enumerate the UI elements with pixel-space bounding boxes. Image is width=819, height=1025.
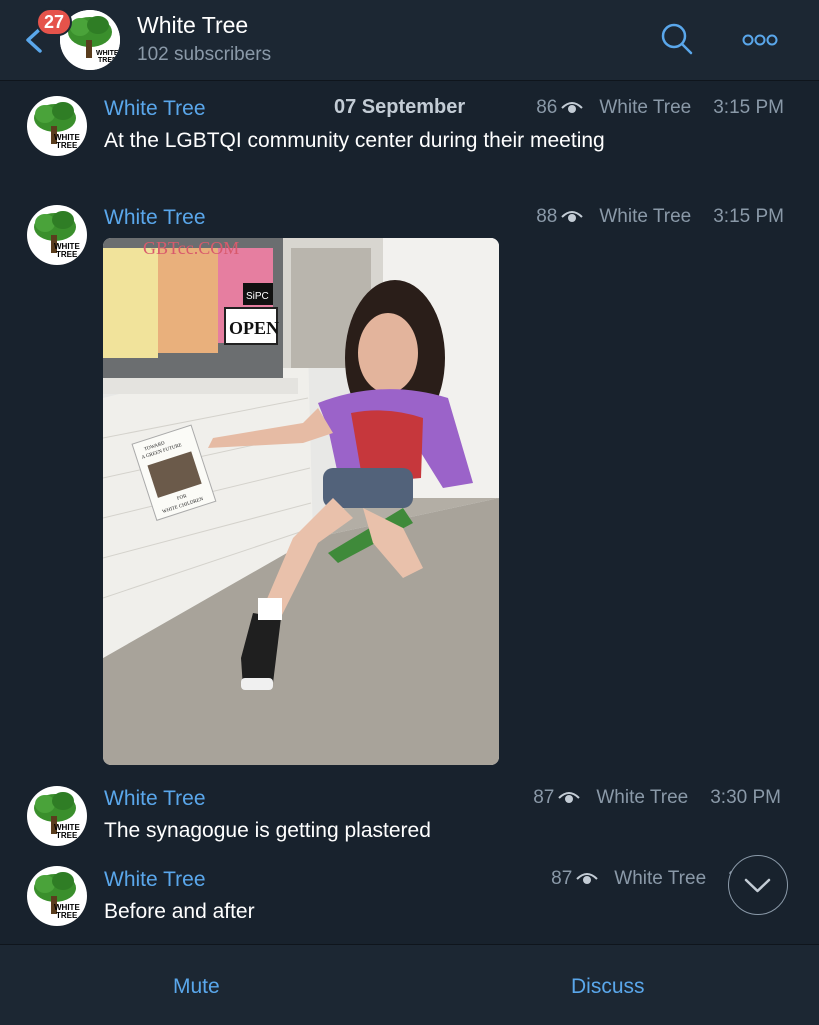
tree-logo-icon: WHITE TREE bbox=[34, 792, 80, 840]
eye-icon bbox=[558, 792, 581, 803]
svg-text:WHITE: WHITE bbox=[96, 50, 119, 57]
message-text: Before and after bbox=[104, 900, 255, 923]
date-separator: 07 September bbox=[334, 96, 466, 118]
tree-logo-icon: WHITE TREE bbox=[34, 102, 80, 150]
storefront-sign: GBTcc.COM bbox=[143, 238, 239, 258]
svg-text:TREE: TREE bbox=[56, 250, 78, 259]
more-icon[interactable] bbox=[742, 33, 778, 47]
view-count: 87 bbox=[533, 787, 555, 808]
message-time: 3:15 PM bbox=[713, 97, 784, 118]
eye-icon bbox=[576, 873, 598, 884]
message-time: 3:30 PM bbox=[710, 787, 781, 808]
view-count: 87 bbox=[551, 868, 573, 889]
scroll-to-bottom-button[interactable] bbox=[728, 855, 788, 915]
bottom-action-bar: Mute Discuss bbox=[0, 944, 819, 1025]
photo-image: GBTcc.COM SiPC OPEN TOWARD A GREEN FUTUR… bbox=[103, 238, 499, 765]
sender-name[interactable]: White Tree bbox=[104, 97, 206, 121]
sender-name[interactable]: White Tree bbox=[104, 868, 206, 892]
svg-text:TREE: TREE bbox=[56, 141, 78, 150]
unread-badge: 27 bbox=[36, 8, 73, 36]
discuss-button[interactable]: Discuss bbox=[571, 975, 645, 999]
message-meta: 87 White Tree 3:30 PM bbox=[533, 787, 781, 809]
door-sign-spc: SiPC bbox=[246, 291, 269, 302]
channel-header: 27 WHITE TREE White Tree 102 subscribers bbox=[0, 0, 819, 81]
svg-text:TREE: TREE bbox=[56, 911, 78, 920]
chevron-down-icon bbox=[744, 878, 771, 893]
view-count: 86 bbox=[536, 97, 558, 118]
subscriber-count: 102 subscribers bbox=[137, 44, 272, 65]
message-text: The synagogue is getting plastered bbox=[104, 819, 431, 842]
message-meta: 86 White Tree 3:15 PM bbox=[536, 97, 784, 119]
tree-logo-icon: WHITE TREE bbox=[34, 211, 80, 259]
post-author: White Tree bbox=[599, 206, 692, 227]
eye-icon bbox=[561, 211, 584, 222]
message-text: At the LGBTQI community center during th… bbox=[104, 129, 605, 152]
eye-icon bbox=[561, 102, 584, 113]
search-icon[interactable] bbox=[660, 22, 694, 56]
view-count: 88 bbox=[536, 206, 558, 227]
sender-avatar[interactable]: WHITE TREE bbox=[27, 786, 87, 846]
sender-avatar[interactable]: WHITE TREE bbox=[27, 205, 87, 265]
svg-text:TREE: TREE bbox=[56, 831, 78, 840]
mute-button[interactable]: Mute bbox=[173, 975, 220, 999]
channel-title[interactable]: White Tree bbox=[137, 12, 248, 39]
post-author: White Tree bbox=[614, 868, 707, 889]
message-time: 3:15 PM bbox=[713, 206, 784, 227]
message-meta: 88 White Tree 3:15 PM bbox=[536, 206, 784, 228]
sender-name[interactable]: White Tree bbox=[104, 787, 206, 811]
tree-logo-icon: WHITE TREE bbox=[34, 872, 80, 920]
sender-name[interactable]: White Tree bbox=[104, 206, 206, 230]
post-author: White Tree bbox=[599, 97, 692, 118]
door-sign-open: OPEN bbox=[229, 318, 279, 338]
message-photo[interactable]: GBTcc.COM SiPC OPEN TOWARD A GREEN FUTUR… bbox=[103, 238, 499, 765]
message-meta: 87 White Tree 3: bbox=[551, 868, 744, 890]
sender-avatar[interactable]: WHITE TREE bbox=[27, 866, 87, 926]
svg-text:TREE: TREE bbox=[98, 57, 117, 64]
sender-avatar[interactable]: WHITE TREE bbox=[27, 96, 87, 156]
post-author: White Tree bbox=[596, 787, 689, 808]
